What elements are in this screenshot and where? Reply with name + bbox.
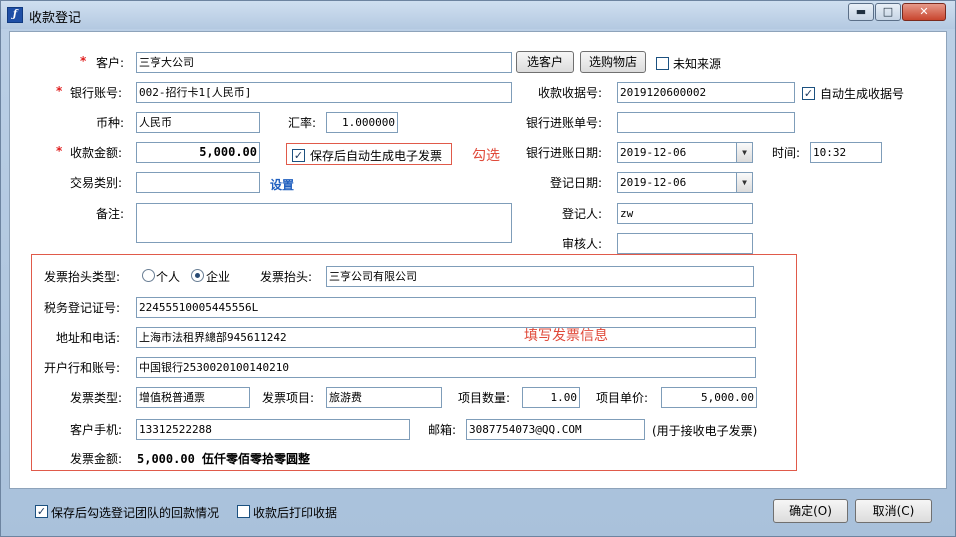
receipt-registration-window: ƒ 收款登记 ▬ □ ✕ * 客户: 三亨大公司 选客户 选购物店 未知来源 *… [0,0,956,537]
select-customer-button[interactable]: 选客户 [516,51,574,73]
trade-type-setting-link[interactable]: 设置 [270,176,294,193]
bank-in-date-picker[interactable]: 2019-12-06 ▼ [617,142,753,163]
unknown-source-checkbox[interactable] [656,57,669,70]
time-input[interactable]: 10:32 [810,142,882,163]
item-qty-input[interactable]: 1.00 [522,387,580,408]
time-label: 时间: [772,146,801,160]
item-price-label: 项目单价: [596,391,649,405]
register-date-label: 登记日期: [550,176,603,190]
personal-radio[interactable] [142,269,155,282]
invoice-item-label: 发票项目: [262,391,315,405]
auto-receipt-no-label: 自动生成收据号 [820,87,905,101]
trade-type-input[interactable] [136,172,260,193]
check-annotation: 勾选 [472,148,500,164]
maximize-button[interactable]: □ [875,3,901,21]
print-receipt-checkbox[interactable] [237,505,250,518]
tax-no-label: 税务登记证号: [44,301,121,315]
invoice-header-label: 发票抬头: [260,270,313,284]
trade-type-label: 交易类别: [70,176,123,190]
chevron-down-icon[interactable]: ▼ [736,173,752,192]
invoice-item-input[interactable]: 旅游费 [326,387,442,408]
auto-receipt-no-checkbox[interactable]: ✓ [802,87,815,100]
amount-input[interactable]: 5,000.00 [136,142,260,163]
customer-input[interactable]: 三亨大公司 [136,52,512,73]
title-bar: ƒ 收款登记 ▬ □ ✕ [1,1,955,29]
receipt-no-input[interactable]: 2019120600002 [617,82,795,103]
auto-einvoice-label: 保存后自动生成电子发票 [310,149,443,163]
bank-account-label: 银行账号: [70,86,123,100]
remark-textarea[interactable] [136,203,512,243]
address-phone-label: 地址和电话: [56,331,121,345]
unknown-source-label: 未知来源 [673,57,722,71]
personal-radio-label: 个人 [156,270,181,284]
currency-input[interactable]: 人民币 [136,112,260,133]
company-radio[interactable] [191,269,204,282]
form-panel: * 客户: 三亨大公司 选客户 选购物店 未知来源 * 银行账号: 002-招行… [9,31,947,489]
bank-account-required-mark: * [56,84,63,98]
registrar-input[interactable]: zw [617,203,753,224]
bank-account-invoice-label: 开户行和账号: [44,361,121,375]
invoice-header-type-label: 发票抬头类型: [44,270,121,284]
check-team-payment-label: 保存后勾选登记团队的回款情况 [51,506,220,520]
minimize-button[interactable]: ▬ [848,3,874,21]
customer-required-mark: * [80,54,87,68]
invoice-type-label: 发票类型: [70,391,123,405]
invoice-amount-label: 发票金额: [70,452,123,466]
item-price-input[interactable]: 5,000.00 [661,387,757,408]
fill-invoice-annotation: 填写发票信息 [524,328,608,344]
chevron-down-icon[interactable]: ▼ [736,143,752,162]
close-button[interactable]: ✕ [902,3,946,21]
customer-phone-label: 客户手机: [70,423,123,437]
select-shop-button[interactable]: 选购物店 [580,51,646,73]
invoice-amount-value: 5,000.00 伍仟零佰零拾零圆整 [137,452,311,466]
receipt-no-label: 收款收据号: [538,86,603,100]
bank-in-date-label: 银行进账日期: [526,146,603,160]
footer-bar: ✓ 保存后勾选登记团队的回款情况 收款后打印收据 确定(O) 取消(C) [9,493,947,533]
check-team-payment-checkbox[interactable]: ✓ [35,505,48,518]
amount-required-mark: * [56,144,63,158]
reviewer-label: 审核人: [562,237,603,251]
ok-button[interactable]: 确定(O) [773,499,848,523]
cancel-button[interactable]: 取消(C) [855,499,932,523]
bank-account-input[interactable]: 002-招行卡1[人民币] [136,82,512,103]
invoice-header-input[interactable]: 三亨公司有限公司 [326,266,754,287]
bank-in-no-label: 银行进账单号: [526,116,603,130]
reviewer-input[interactable] [617,233,753,254]
app-icon: ƒ [7,7,23,23]
customer-phone-input[interactable]: 13312522288 [136,419,410,440]
remark-label: 备注: [96,207,125,221]
auto-einvoice-checkbox[interactable]: ✓ [292,149,305,162]
address-phone-input[interactable]: 上海市法租界總部945611242 [136,327,756,348]
currency-label: 币种: [96,116,125,130]
register-date-value: 2019-12-06 [620,176,687,189]
register-date-picker[interactable]: 2019-12-06 ▼ [617,172,753,193]
amount-label: 收款金额: [70,146,123,160]
bank-in-no-input[interactable] [617,112,795,133]
email-hint: (用于接收电子发票) [652,424,758,438]
bank-in-date-value: 2019-12-06 [620,146,687,159]
rate-input[interactable]: 1.000000 [326,112,398,133]
bank-account-invoice-input[interactable]: 中国银行2530020100140210 [136,357,756,378]
invoice-type-input[interactable]: 增值税普通票 [136,387,250,408]
rate-label: 汇率: [288,116,317,130]
customer-label: 客户: [96,56,125,70]
item-qty-label: 项目数量: [458,391,511,405]
email-input[interactable]: 308775407З@QQ.COM [466,419,645,440]
print-receipt-label: 收款后打印收据 [253,506,338,520]
company-radio-label: 企业 [206,270,231,284]
tax-no-input[interactable]: 22455510005445556L [136,297,756,318]
window-title: 收款登记 [29,11,82,26]
registrar-label: 登记人: [562,207,603,221]
email-label: 邮箱: [428,423,457,437]
